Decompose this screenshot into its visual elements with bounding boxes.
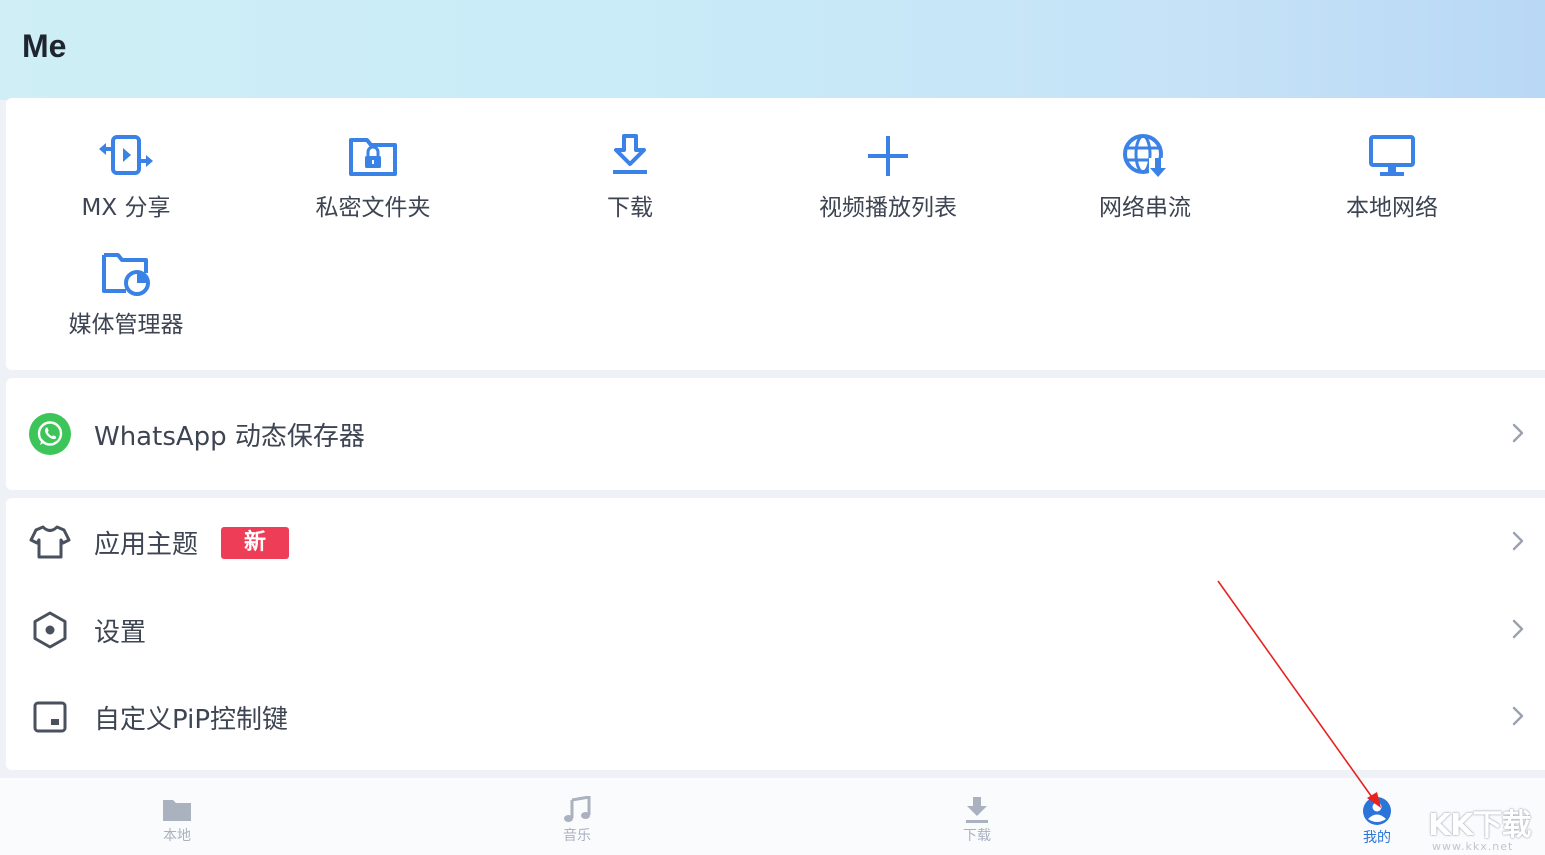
tool-mx-share[interactable]: MX 分享 [11,132,241,242]
nav-label: 音乐 [563,828,591,844]
music-note-icon [564,796,591,822]
tools-card: MX 分享 私密文件夹 下载 视频播放列表 网络串流 本地网络 媒体管理器 [6,98,1545,370]
download-icon [613,134,647,174]
monitor-icon [1369,135,1415,176]
share-transfer-icon [99,135,153,175]
bottom-navigation: 本地 音乐 下载 我的 [0,778,1545,855]
folder-chart-icon [102,253,150,296]
watermark-logo: KK下载 [1428,808,1531,843]
whatsapp-icon [29,413,71,455]
globe-download-icon [1123,134,1167,178]
profile-icon [1363,797,1391,825]
tshirt-icon [29,525,71,559]
menu-card: 应用主题 新 设置 自定义PiP控制键 [6,498,1545,770]
chevron-right-icon [1512,423,1524,443]
page-title: Me [22,28,67,64]
new-badge: 新 [221,527,289,559]
menu-item-pip-controls[interactable]: 自定义PiP控制键 [6,677,1545,757]
tool-label: 下载 [607,195,653,221]
settings-label: 设置 [94,618,147,648]
pip-controls-label: 自定义PiP控制键 [94,705,289,735]
locked-folder-icon [349,138,397,176]
whatsapp-label: WhatsApp 动态保存器 [94,422,365,452]
chevron-right-icon [1512,531,1524,551]
tool-media-manager[interactable]: 媒体管理器 [11,249,241,359]
nav-label: 下载 [963,828,991,844]
header: Me [0,0,1545,100]
whatsapp-card: WhatsApp 动态保存器 [6,378,1545,490]
folder-icon [163,800,191,821]
tool-label: 媒体管理器 [68,312,184,338]
chevron-right-icon [1512,619,1524,639]
menu-item-settings[interactable]: 设置 [6,590,1545,670]
pip-icon [33,701,67,733]
nav-label: 本地 [163,828,191,844]
tool-download[interactable]: 下载 [515,132,745,242]
tool-video-playlist[interactable]: 视频播放列表 [773,132,1003,242]
tool-network-stream[interactable]: 网络串流 [1030,132,1260,242]
nav-tab-me[interactable]: 我的 [1337,796,1417,847]
chevron-right-icon [1512,706,1524,726]
plus-icon [868,136,908,176]
tool-label: 视频播放列表 [819,195,957,221]
nav-tab-music[interactable]: 音乐 [537,796,617,845]
tool-label: 私密文件夹 [315,195,431,221]
nav-tab-download[interactable]: 下载 [937,796,1017,845]
download-icon [966,797,988,823]
watermark-url: www.kkx.net [1432,840,1514,853]
nav-tab-local[interactable]: 本地 [137,796,217,845]
tool-local-network[interactable]: 本地网络 [1277,132,1507,242]
settings-hexagon-icon [33,611,67,649]
whatsapp-status-saver-row[interactable]: WhatsApp 动态保存器 [6,394,1545,474]
tool-label: MX 分享 [81,195,171,221]
nav-label: 我的 [1363,830,1391,846]
app-theme-label: 应用主题 [94,530,199,560]
tool-label: 网络串流 [1099,195,1191,221]
tool-label: 本地网络 [1346,195,1438,221]
menu-item-app-theme[interactable]: 应用主题 新 [6,502,1545,582]
tool-private-folder[interactable]: 私密文件夹 [258,132,488,242]
